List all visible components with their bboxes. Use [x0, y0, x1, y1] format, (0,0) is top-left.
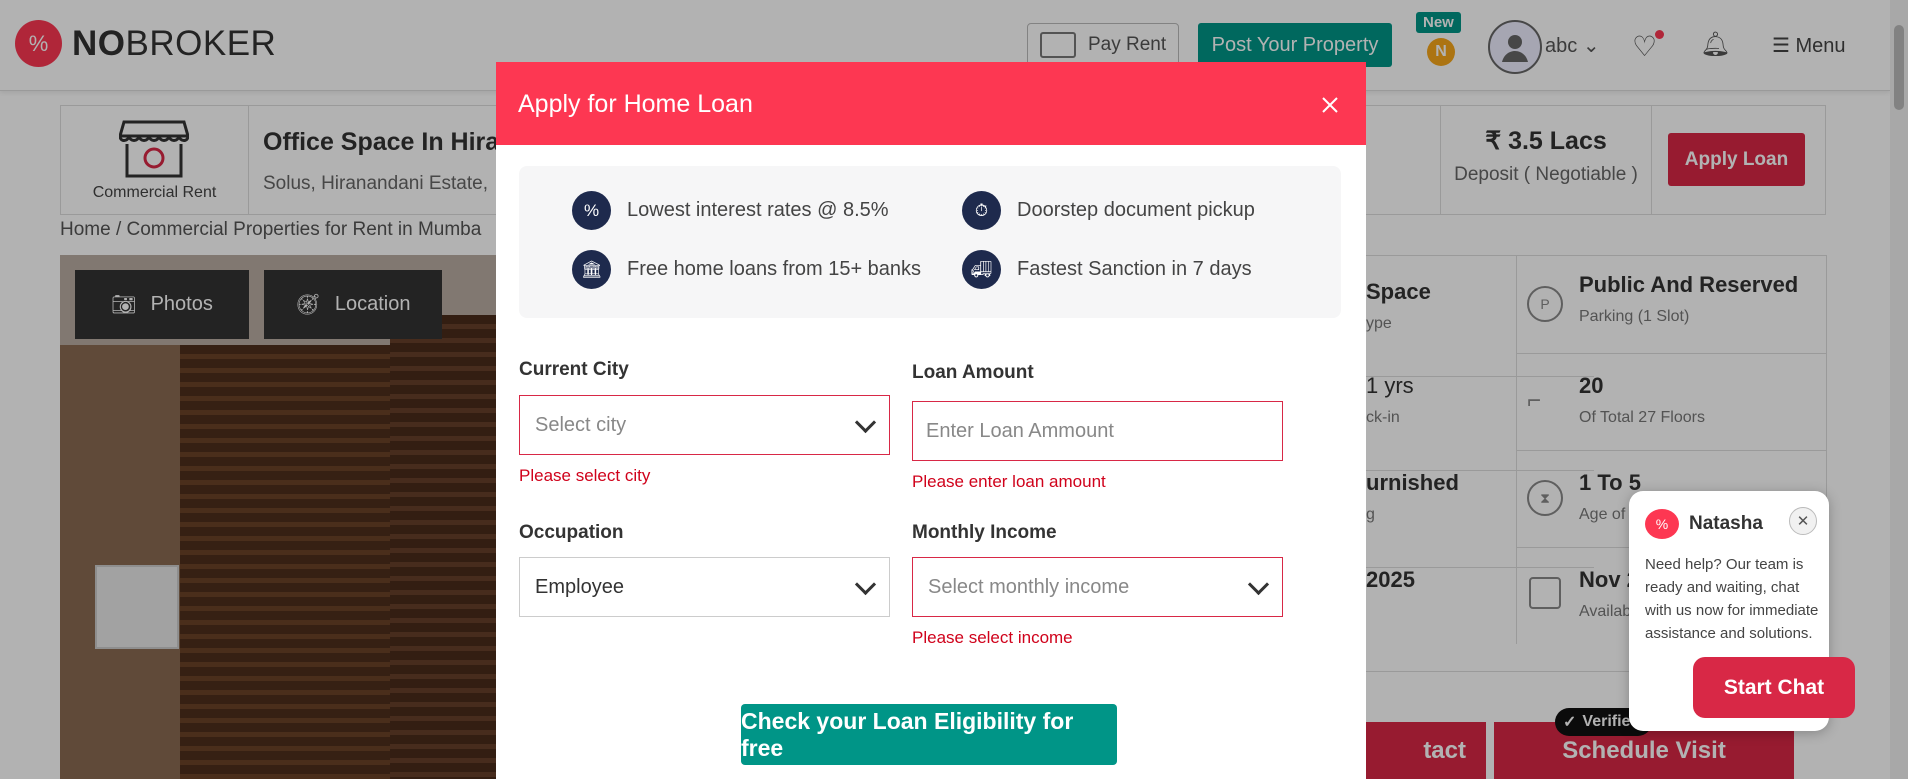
benefit-item: 🚚︎ Fastest Sanction in 7 days [962, 250, 1252, 289]
monthly-income-placeholder: Select monthly income [928, 575, 1130, 598]
loan-amount-input[interactable]: Enter Loan Ammount [912, 401, 1283, 461]
monthly-income-error: Please select income [912, 628, 1073, 647]
percent-icon: % [572, 191, 611, 230]
chat-agent-name: Natasha [1689, 513, 1763, 534]
loan-amount-label: Loan Amount [912, 362, 1034, 383]
city-error: Please select city [519, 466, 651, 485]
modal-header: Apply for Home Loan [496, 62, 1366, 145]
modal-title: Apply for Home Loan [518, 90, 753, 118]
loan-benefits: % Lowest interest rates @ 8.5% ⏱ Doorstep … [519, 166, 1341, 318]
close-icon[interactable] [1320, 95, 1340, 115]
check-eligibility-button[interactable]: Check your Loan Eligibility for free [741, 704, 1117, 765]
chevron-down-icon [854, 411, 877, 433]
loan-amount-placeholder: Enter Loan Ammount [926, 419, 1114, 442]
benefit-item: 🏛︎ Free home loans from 15+ banks [572, 250, 921, 289]
occupation-label: Occupation [519, 522, 624, 543]
home-loan-modal: Apply for Home Loan % Lowest interest rat… [496, 62, 1366, 779]
start-chat-button[interactable]: Start Chat [1693, 657, 1855, 718]
occupation-value: Employee [535, 575, 624, 598]
loan-amount-error: Please enter loan amount [912, 472, 1106, 491]
document-clock-icon: ⏱ [962, 191, 1001, 230]
chat-bot-icon: % [1645, 509, 1679, 539]
chat-close-icon[interactable]: ✕ [1789, 507, 1817, 535]
chat-message: Need help? Our team is ready and waiting… [1645, 556, 1819, 642]
chevron-down-icon [854, 573, 877, 595]
occupation-select[interactable]: Employee [519, 557, 890, 617]
city-select[interactable]: Select city [519, 395, 890, 455]
benefit-item: % Lowest interest rates @ 8.5% [572, 191, 889, 230]
city-placeholder: Select city [535, 413, 627, 436]
monthly-income-label: Monthly Income [912, 522, 1057, 543]
monthly-income-select[interactable]: Select monthly income [912, 557, 1283, 617]
benefit-item: ⏱ Doorstep document pickup [962, 191, 1255, 230]
city-label: Current City [519, 359, 629, 380]
chevron-down-icon [1247, 573, 1270, 595]
truck-icon: 🚚︎ [962, 250, 1001, 289]
bank-icon: 🏛︎ [572, 250, 611, 289]
